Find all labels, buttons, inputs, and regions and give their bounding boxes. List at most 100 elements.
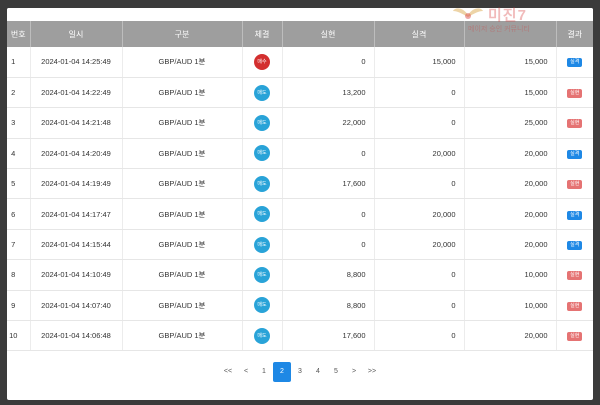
row-total: 20,000 [464, 229, 557, 261]
row-realized: 22,000 [282, 107, 375, 139]
row-result-cell: 실격 [556, 47, 593, 78]
trade-type-badge: 매도 [254, 236, 270, 253]
table-row: 4 2024-01-04 14:20:49 GBP/AUD 1분 매도 0 20,000 2… [7, 138, 593, 170]
header-trade: 체결 [242, 21, 283, 47]
row-failed: 20,000 [374, 138, 465, 170]
row-realized: 0 [282, 198, 375, 230]
row-realized: 13,200 [282, 77, 375, 109]
row-category: GBP/AUD 1분 [122, 47, 243, 78]
row-failed: 0 [374, 107, 465, 139]
row-failed: 20,000 [374, 229, 465, 261]
row-result-cell: 실현 [556, 77, 593, 109]
first-page-button[interactable]: << [219, 362, 237, 382]
table-row: 9 2024-01-04 14:07:40 GBP/AUD 1분 매도 8,800 0 10… [7, 290, 593, 322]
header-result: 결과 [556, 21, 593, 47]
row-category: GBP/AUD 1분 [122, 77, 243, 109]
row-datetime: 2024-01-04 14:20:49 [30, 138, 123, 170]
row-failed: 0 [374, 168, 465, 200]
row-trade-cell: 매도 [242, 229, 283, 261]
row-number: 8 [7, 259, 31, 291]
row-number: 2 [7, 77, 31, 109]
table-header-row: 번호 일시 구분 체결 실현 실격 결과 [7, 21, 593, 47]
result-badge: 실격 [567, 241, 583, 251]
last-page-button[interactable]: >> [363, 362, 381, 382]
row-trade-cell: 매도 [242, 107, 283, 139]
row-result-cell: 실현 [556, 107, 593, 139]
page-button-2[interactable]: 2 [273, 362, 291, 382]
header-category: 구분 [122, 21, 243, 47]
row-datetime: 2024-01-04 14:25:49 [30, 47, 123, 78]
row-total: 20,000 [464, 138, 557, 170]
row-category: GBP/AUD 1분 [122, 198, 243, 230]
row-datetime: 2024-01-04 14:19:49 [30, 168, 123, 200]
row-number: 1 [7, 47, 31, 78]
row-result-cell: 실현 [556, 290, 593, 322]
row-total: 10,000 [464, 259, 557, 291]
prev-page-button[interactable]: < [237, 362, 255, 382]
row-number: 6 [7, 198, 31, 230]
row-datetime: 2024-01-04 14:22:49 [30, 77, 123, 109]
result-badge: 실현 [567, 332, 583, 342]
row-number: 5 [7, 168, 31, 200]
row-number: 3 [7, 107, 31, 139]
row-result-cell: 실격 [556, 198, 593, 230]
row-trade-cell: 매도 [242, 77, 283, 109]
row-failed: 0 [374, 77, 465, 109]
result-badge: 실격 [567, 149, 583, 159]
row-category: GBP/AUD 1분 [122, 320, 243, 352]
row-number: 7 [7, 229, 31, 261]
row-realized: 17,600 [282, 320, 375, 352]
row-trade-cell: 매도 [242, 290, 283, 322]
table-row: 1 2024-01-04 14:25:49 GBP/AUD 1분 매수 0 15,000 1… [7, 47, 593, 78]
row-realized: 0 [282, 47, 375, 78]
row-datetime: 2024-01-04 14:15:44 [30, 229, 123, 261]
row-realized: 8,800 [282, 259, 375, 291]
row-realized: 0 [282, 138, 375, 170]
row-realized: 0 [282, 229, 375, 261]
trade-type-badge: 매도 [254, 114, 270, 131]
row-datetime: 2024-01-04 14:17:47 [30, 198, 123, 230]
trade-type-badge: 매도 [254, 266, 270, 283]
trade-type-badge: 매도 [254, 327, 270, 344]
result-badge: 실현 [567, 119, 583, 129]
result-badge: 실격 [567, 210, 583, 220]
header-datetime: 일시 [30, 21, 123, 47]
row-result-cell: 실격 [556, 229, 593, 261]
row-number: 9 [7, 290, 31, 322]
table-row: 10 2024-01-04 14:06:48 GBP/AUD 1분 매도 17,600 0… [7, 320, 593, 352]
header-number: 번호 [7, 21, 31, 47]
row-result-cell: 실현 [556, 168, 593, 200]
row-category: GBP/AUD 1분 [122, 138, 243, 170]
row-failed: 0 [374, 290, 465, 322]
row-trade-cell: 매도 [242, 168, 283, 200]
row-result-cell: 실현 [556, 320, 593, 352]
row-trade-cell: 매도 [242, 198, 283, 230]
page-button-1[interactable]: 1 [255, 362, 273, 382]
page-button-3[interactable]: 3 [291, 362, 309, 382]
row-failed: 0 [374, 259, 465, 291]
table-row: 8 2024-01-04 14:10:49 GBP/AUD 1분 매도 8,800 0 10… [7, 259, 593, 291]
panel-topbar [7, 8, 593, 21]
result-badge: 실현 [567, 180, 583, 190]
row-category: GBP/AUD 1분 [122, 107, 243, 139]
row-result-cell: 실현 [556, 259, 593, 291]
row-result-cell: 실격 [556, 138, 593, 170]
row-number: 10 [7, 320, 31, 352]
trade-type-badge: 매도 [254, 206, 270, 223]
pagination: << <1 2 3 4 5 > >> [7, 362, 593, 384]
row-total: 15,000 [464, 77, 557, 109]
trade-type-badge: 매도 [254, 175, 270, 192]
page-button-5[interactable]: 5 [327, 362, 345, 382]
trade-type-badge: 매도 [254, 84, 270, 101]
trade-type-badge: 매도 [254, 145, 270, 162]
row-datetime: 2024-01-04 14:21:48 [30, 107, 123, 139]
page-button-4[interactable]: 4 [309, 362, 327, 382]
row-realized: 17,600 [282, 168, 375, 200]
row-trade-cell: 매도 [242, 138, 283, 170]
row-datetime: 2024-01-04 14:07:40 [30, 290, 123, 322]
row-datetime: 2024-01-04 14:06:48 [30, 320, 123, 352]
row-total: 20,000 [464, 168, 557, 200]
next-page-button[interactable]: > [345, 362, 363, 382]
header-realized: 실현 [282, 21, 375, 47]
row-trade-cell: 매수 [242, 47, 283, 78]
